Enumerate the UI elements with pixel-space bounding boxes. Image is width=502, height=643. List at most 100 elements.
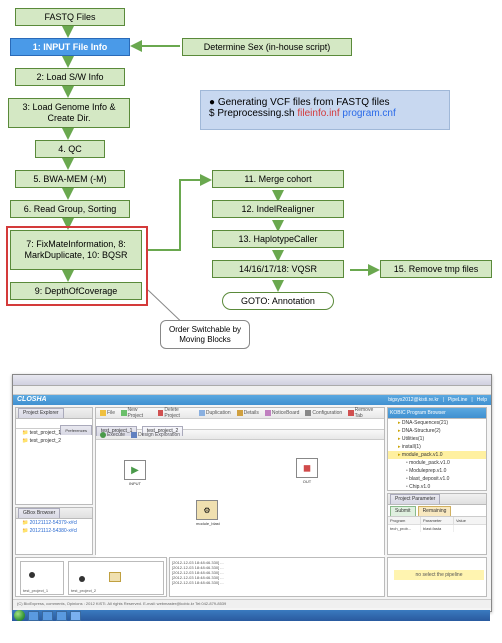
node-label: 9: DepthOfCoverage: [35, 286, 118, 297]
taskbar-pin[interactable]: [28, 611, 39, 621]
thumbnail[interactable]: test_project_2: [68, 561, 164, 595]
tb-delete-project[interactable]: Delete Project: [158, 407, 193, 419]
node-step7-8-10: 7: FixMateInformation, 8: MarkDuplicate,…: [10, 230, 142, 270]
table-cell[interactable]: blast.fasta: [421, 525, 454, 532]
menu-help[interactable]: Help: [477, 395, 487, 405]
closha-screenshot: CLOSHA bigsys2012@kisti.re.kr | PipeLine…: [0, 370, 502, 643]
window-menubar[interactable]: [13, 386, 491, 395]
tb-duplication[interactable]: Duplication: [199, 410, 231, 416]
tree-leaf[interactable]: module_pack.v1.0: [388, 459, 486, 467]
cmd-arg1: fileinfo.inf: [297, 108, 342, 119]
tb-configuration[interactable]: Configuration: [305, 410, 342, 416]
taskbar-pin[interactable]: [70, 611, 81, 621]
tb-new-project[interactable]: New Project: [121, 407, 152, 419]
col-header: Value: [454, 517, 486, 524]
node-step9: 9: DepthOfCoverage: [10, 282, 142, 300]
node-fastq: FASTQ Files: [15, 8, 125, 26]
node-label: 7: FixMateInformation, 8: MarkDuplicate,…: [15, 239, 137, 261]
node-label: module_blast: [196, 521, 218, 526]
gbox-panel: GBox Browser 20121112-54379-x#cl 2012111…: [15, 507, 93, 555]
preferences-button[interactable]: Preferences: [60, 425, 92, 435]
workflow-canvas[interactable]: ▶ INPUT ◼ OUT ⚙ module_blast: [96, 440, 384, 558]
thumbnails-panel: test_project_1 test_project_2: [15, 557, 167, 597]
panel-header: GBox Browser: [16, 508, 92, 519]
info-line1: ● Generating VCF files from FASTQ files: [209, 97, 441, 108]
panel-header: KOBIC Program Browser: [388, 408, 486, 419]
tree-node-selected[interactable]: module_pack.v1.0: [388, 451, 486, 459]
tree-leaf[interactable]: blast_deposit.v1.0: [388, 475, 486, 483]
tree-node[interactable]: Utilities(1): [388, 435, 486, 443]
info-command-box: ● Generating VCF files from FASTQ files …: [200, 90, 450, 130]
tree-node[interactable]: DNA-Sequences(21): [388, 419, 486, 427]
project-parameter-panel: Project Parameter Submit Remaining Progr…: [387, 493, 487, 555]
taskbar-pin[interactable]: [56, 611, 67, 621]
tb-design-exploration[interactable]: Design Exploration: [131, 432, 180, 438]
node-label: 2: Load S/W Info: [36, 72, 103, 83]
table-cell[interactable]: tech_prob...: [388, 525, 421, 532]
start-button[interactable]: [14, 610, 25, 621]
node-label: 14/16/17/18: VQSR: [239, 264, 317, 275]
tb-noticeboard[interactable]: NoticeBoard: [265, 410, 300, 416]
module-icon: [109, 572, 121, 582]
canvas-module-node[interactable]: ⚙ module_blast: [196, 500, 218, 526]
gbox-dir[interactable]: 20121112-54380-x#cl: [16, 527, 92, 535]
canvas-out-node[interactable]: ◼ OUT: [296, 458, 318, 484]
thumb-label: test_project_1: [23, 588, 48, 593]
node-label: 1: INPUT File Info: [33, 42, 108, 53]
node-step13: 13. HaplotypeCaller: [212, 230, 344, 248]
closha-right-menu: bigsys2012@kisti.re.kr | PipeLine | Help: [388, 395, 491, 405]
log-content: [2012-12-03 18:48:46.330] ... [2012-12-0…: [170, 558, 384, 587]
dot-icon: [29, 572, 35, 578]
node-step2: 2: Load S/W Info: [15, 68, 125, 86]
node-determine-sex: Determine Sex (in-house script): [182, 38, 352, 56]
node-label: FASTQ Files: [44, 12, 95, 23]
node-step4: 4. QC: [35, 140, 105, 158]
cmd-arg2: program.cnf: [342, 108, 395, 119]
statusbar: (C) BioExpress, comments, Opinions : 201…: [13, 599, 491, 608]
node-step14: 14/16/17/18: VQSR: [212, 260, 344, 278]
tree-leaf[interactable]: Chip.v1.0: [388, 483, 486, 491]
panel-title: KOBIC Program Browser: [390, 408, 446, 418]
folder-row[interactable]: test_project_2: [16, 437, 92, 445]
callout-text: Order Switchable by Moving Blocks: [169, 325, 241, 344]
node-step1: 1: INPUT File Info: [10, 38, 130, 56]
canvas-input-node[interactable]: ▶ INPUT: [124, 460, 146, 486]
node-label: INPUT: [124, 481, 146, 486]
gbox-dir[interactable]: 20121112-54379-x#cl: [16, 519, 92, 527]
user-label: bigsys2012@kisti.re.kr: [388, 395, 438, 405]
node-label: OUT: [296, 479, 318, 484]
node-step6: 6. Read Group, Sorting: [10, 200, 130, 218]
node-step11: 11. Merge cohort: [212, 170, 344, 188]
no-pipeline-note: no select the pipeline: [394, 570, 484, 580]
tab-project-parameter[interactable]: Project Parameter: [390, 494, 440, 504]
remaining-button[interactable]: Remaining: [418, 506, 452, 516]
tree-node[interactable]: install(1): [388, 443, 486, 451]
submit-button[interactable]: Submit: [390, 506, 416, 516]
tree-leaf[interactable]: Moduleprep.v1.0: [388, 467, 486, 475]
log-line: [2012-12-03 18:48:46.330] ...: [172, 580, 382, 585]
tb-details[interactable]: Details: [237, 410, 259, 416]
body-area: Project Explorer Preferences test_projec…: [13, 405, 491, 599]
tb-remove-tab[interactable]: Remove Tab: [348, 407, 380, 419]
tree-node[interactable]: DNA-Structure(2): [388, 427, 486, 435]
sub-toolbar: Execute Design Exploration: [96, 430, 384, 440]
tb-execute[interactable]: Execute: [100, 432, 125, 438]
taskbar-pin[interactable]: [42, 611, 53, 621]
tab-project-explorer[interactable]: Project Explorer: [18, 408, 64, 418]
node-step15: 15. Remove tmp files: [380, 260, 492, 278]
log-panel: [2012-12-03 18:48:46.330] ... [2012-12-0…: [169, 557, 385, 597]
node-step12: 12. IndelRealigner: [212, 200, 344, 218]
windows-taskbar[interactable]: [12, 610, 490, 621]
callout-switchable: Order Switchable by Moving Blocks: [160, 320, 250, 349]
col-header: Parameter: [421, 517, 454, 524]
node-label: 4. QC: [58, 144, 82, 155]
window-titlebar[interactable]: [13, 375, 491, 386]
tb-file[interactable]: File: [100, 410, 115, 416]
tab-gbox[interactable]: GBox Browser: [18, 508, 60, 518]
table-cell[interactable]: [454, 525, 486, 532]
node-label: GOTO: Annotation: [241, 296, 315, 307]
thumbnail[interactable]: test_project_1: [20, 561, 64, 595]
closha-brandbar: CLOSHA bigsys2012@kisti.re.kr | PipeLine…: [13, 395, 491, 405]
node-step5: 5. BWA-MEM (-M): [15, 170, 125, 188]
menu-pipeline[interactable]: PipeLine: [448, 395, 467, 405]
